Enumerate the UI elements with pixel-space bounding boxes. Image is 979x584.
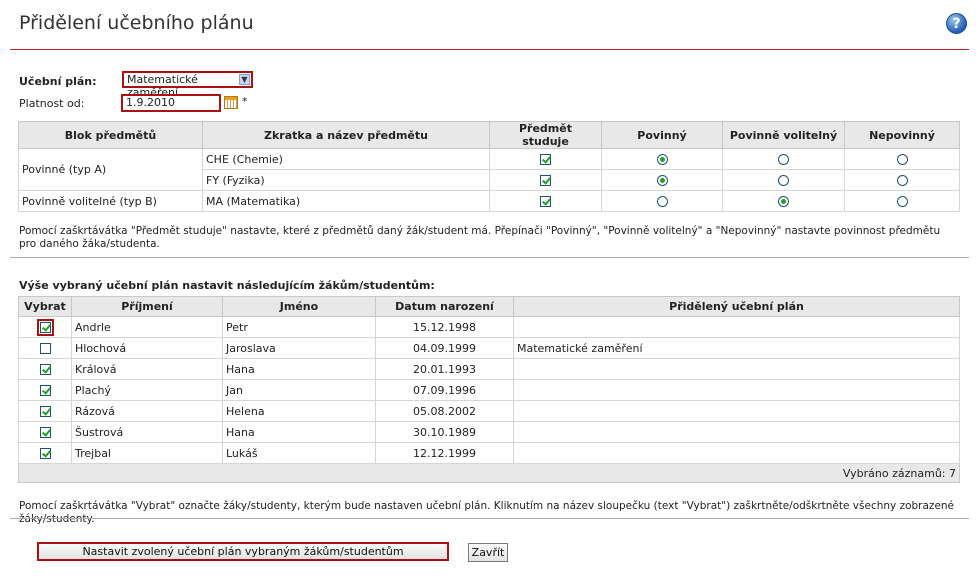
mandatory-radio[interactable] — [656, 196, 668, 207]
birthdate-cell: 07.09.1996 — [375, 379, 514, 401]
subject-cell: CHE (Chemie) — [202, 148, 490, 170]
selected-count: Vybráno záznamů: 7 — [18, 463, 960, 483]
plan-cell — [513, 442, 960, 464]
subject-cell: FY (Fyzika) — [202, 169, 490, 191]
block-cell: Povinné (typ A) — [18, 148, 203, 191]
optional-mandatory-radio[interactable] — [778, 175, 789, 186]
student-row: Rázová Helena 05.08.2002 — [18, 400, 960, 422]
col-optional-mandatory: Povinně volitelný — [722, 121, 845, 149]
select-checkbox[interactable] — [39, 364, 51, 375]
apply-plan-button[interactable]: Nastavit zvolený učební plán vybraným žá… — [37, 542, 449, 561]
section-divider — [10, 257, 969, 258]
subject-row: Povinně volitelné (typ B) MA (Matematika… — [18, 190, 960, 212]
valid-from-input[interactable]: 1.9.2010 — [121, 94, 221, 112]
plan-cell — [513, 316, 960, 338]
col-surname: Příjmení — [71, 296, 223, 317]
select-checkbox[interactable] — [39, 343, 51, 354]
surname-cell: Andrle — [71, 316, 223, 338]
select-checkbox[interactable] — [39, 385, 51, 396]
student-row: Trejbal Lukáš 12.12.1999 — [18, 442, 960, 464]
optional-radio[interactable] — [896, 196, 908, 207]
calendar-icon[interactable] — [224, 96, 238, 109]
birthdate-cell: 05.08.2002 — [375, 400, 514, 422]
subjects-table: Blok předmětů Zkratka a název předmětu P… — [18, 121, 960, 212]
firstname-cell: Hana — [222, 421, 376, 443]
surname-cell: Šustrová — [71, 421, 223, 443]
surname-cell: Plachý — [71, 379, 223, 401]
title-divider — [10, 49, 969, 50]
plan-cell — [513, 379, 960, 401]
studies-checkbox[interactable] — [540, 154, 551, 165]
plan-select[interactable]: Matematické zaměření ▼ — [122, 71, 253, 99]
mandatory-radio[interactable] — [656, 154, 668, 165]
birthdate-cell: 04.09.1999 — [375, 337, 514, 359]
chevron-down-icon[interactable]: ▼ — [239, 74, 250, 85]
close-button[interactable]: Zavřít — [468, 543, 508, 562]
plan-cell — [513, 358, 960, 380]
optional-radio[interactable] — [896, 154, 908, 165]
page-title: Přidělení učebního plánu — [19, 12, 254, 34]
col-firstname: Jméno — [222, 296, 376, 317]
col-block: Blok předmětů — [18, 121, 203, 149]
col-assigned-plan: Přidělený učební plán — [513, 296, 960, 317]
firstname-cell: Lukáš — [222, 442, 376, 464]
subject-cell: MA (Matematika) — [202, 190, 490, 212]
valid-from-label: Platnost od: — [19, 97, 85, 110]
studies-checkbox[interactable] — [540, 196, 551, 207]
footer-divider — [10, 518, 969, 519]
optional-mandatory-radio[interactable] — [778, 196, 789, 207]
col-optional: Nepovinný — [844, 121, 960, 149]
students-heading: Výše vybraný učební plán nastavit násled… — [19, 279, 435, 292]
optional-mandatory-radio[interactable] — [778, 154, 789, 165]
surname-cell: Rázová — [71, 400, 223, 422]
student-row: Plachý Jan 07.09.1996 — [18, 379, 960, 401]
select-checkbox[interactable] — [39, 406, 51, 417]
help-icon[interactable]: ? — [946, 13, 967, 34]
plan-cell — [513, 400, 960, 422]
col-birthdate: Datum narození — [375, 296, 514, 317]
plan-cell — [513, 421, 960, 443]
students-table: Vybrat Příjmení Jméno Datum narození Při… — [18, 296, 960, 483]
birthdate-cell: 20.01.1993 — [375, 358, 514, 380]
col-subject: Zkratka a název předmětu — [202, 121, 490, 149]
students-help-text: Pomocí zaškrtávátka "Vybrat" označte žák… — [19, 500, 955, 525]
birthdate-cell: 12.12.1999 — [375, 442, 514, 464]
select-checkbox[interactable] — [39, 448, 51, 459]
surname-cell: Králová — [71, 358, 223, 380]
firstname-cell: Petr — [222, 316, 376, 338]
student-row: Králová Hana 20.01.1993 — [18, 358, 960, 380]
mandatory-radio[interactable] — [656, 175, 668, 186]
studies-checkbox[interactable] — [540, 175, 551, 186]
subjects-help-text: Pomocí zaškrtávátka "Předmět studuje" na… — [19, 225, 941, 250]
student-row: Hlochová Jaroslava 04.09.1999 Matematick… — [18, 337, 960, 359]
surname-cell: Trejbal — [71, 442, 223, 464]
plan-label: Učební plán: — [19, 75, 97, 88]
optional-radio[interactable] — [896, 175, 908, 186]
col-select[interactable]: Vybrat — [18, 296, 72, 317]
student-row: Šustrová Hana 30.10.1989 — [18, 421, 960, 443]
plan-cell: Matematické zaměření — [513, 337, 960, 359]
birthdate-cell: 15.12.1998 — [375, 316, 514, 338]
block-cell: Povinně volitelné (typ B) — [18, 190, 203, 212]
firstname-cell: Jan — [222, 379, 376, 401]
col-studies: Předmět studuje — [489, 121, 602, 149]
select-checkbox[interactable] — [36, 319, 54, 336]
firstname-cell: Jaroslava — [222, 337, 376, 359]
subject-row: Povinné (typ A) CHE (Chemie) — [18, 148, 960, 191]
birthdate-cell: 30.10.1989 — [375, 421, 514, 443]
col-mandatory: Povinný — [601, 121, 723, 149]
surname-cell: Hlochová — [71, 337, 223, 359]
required-mark: * — [242, 95, 248, 108]
student-row: Andrle Petr 15.12.1998 — [18, 316, 960, 338]
firstname-cell: Helena — [222, 400, 376, 422]
select-checkbox[interactable] — [39, 427, 51, 438]
firstname-cell: Hana — [222, 358, 376, 380]
